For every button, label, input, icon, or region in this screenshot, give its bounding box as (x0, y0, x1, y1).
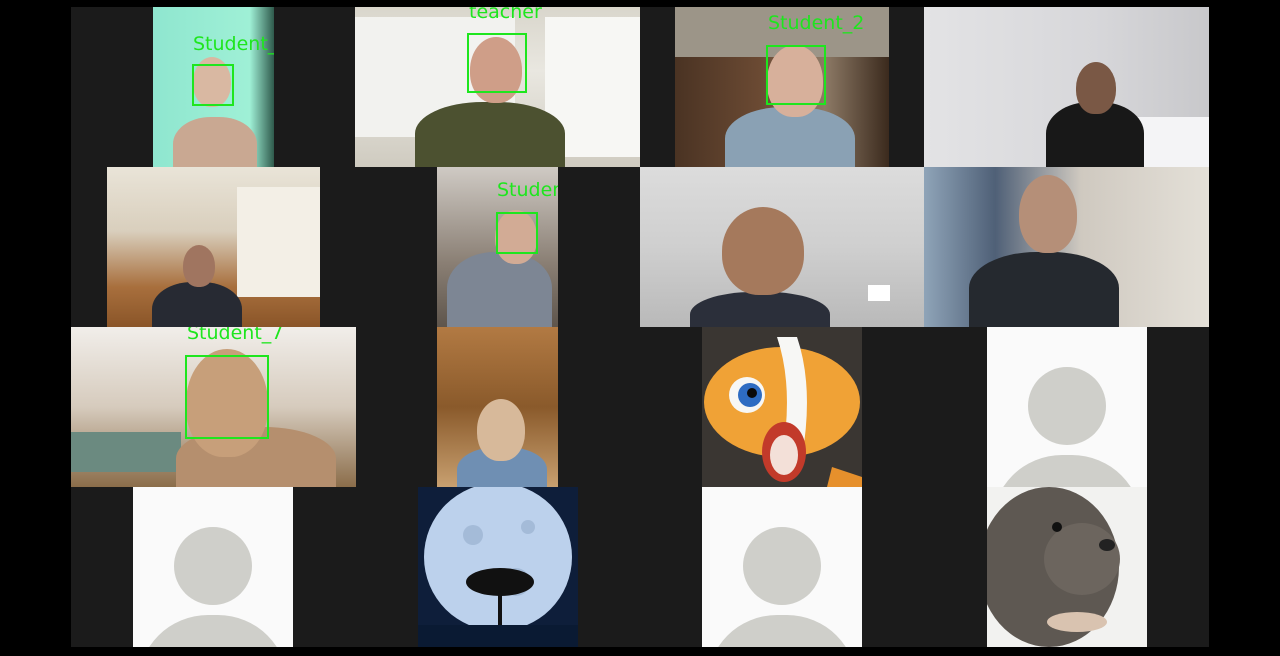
video-tile-participant-16[interactable] (987, 487, 1147, 647)
seal-image (987, 487, 1147, 647)
face-detection-box (467, 33, 527, 93)
face-detection-box (192, 64, 234, 106)
video-tile-participant-4[interactable] (924, 7, 1209, 167)
face-detection-label: Student_4 (497, 179, 558, 201)
face-detection-label: Student_7 (187, 327, 284, 344)
video-tile-participant-11[interactable] (702, 327, 862, 487)
video-tile-participant-14[interactable] (418, 487, 578, 647)
face-detection-label: Student_2 (768, 12, 865, 34)
video-tile-student-1[interactable]: Student_1 (153, 7, 274, 167)
default-avatar-icon (1028, 367, 1106, 445)
video-grid: Student_1 teacher Student_2 Student (71, 7, 1209, 647)
video-tile-student-2[interactable]: Student_2 (675, 7, 889, 167)
face-detection-label: teacher (469, 7, 542, 23)
video-tile-participant-10[interactable] (437, 327, 558, 487)
full-moon-tree-image (418, 487, 578, 647)
video-tile-teacher[interactable]: teacher (355, 7, 640, 167)
video-tile-student-4[interactable]: Student_4 (437, 167, 558, 327)
video-tile-participant-13[interactable] (133, 487, 293, 647)
face-detection-box (496, 212, 538, 254)
video-tile-participant-7[interactable] (640, 167, 924, 327)
video-tile-participant-15[interactable] (702, 487, 862, 647)
video-tile-student-7[interactable]: Student_7 (71, 327, 356, 487)
face-detection-box (185, 355, 269, 439)
video-tile-participant-8[interactable] (924, 167, 1209, 327)
default-avatar-icon (743, 527, 821, 605)
video-tile-participant-5[interactable] (107, 167, 320, 327)
default-avatar-icon (174, 527, 252, 605)
face-detection-box (766, 45, 826, 105)
clownfish-plush-image (704, 337, 862, 487)
video-tile-participant-12[interactable] (987, 327, 1147, 487)
face-detection-label: Student_1 (193, 33, 274, 55)
